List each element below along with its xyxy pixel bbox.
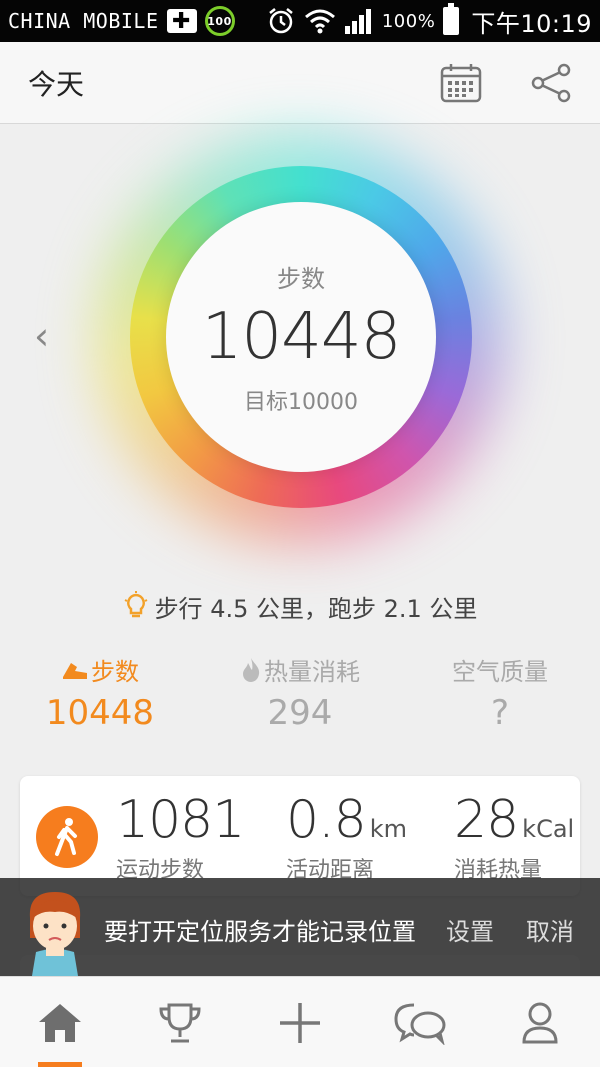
tab-steps-value: 10448 [45, 693, 155, 733]
nav-add[interactable] [240, 977, 360, 1067]
location-toast: 要打开定位服务才能记录位置 设置 取消 [0, 878, 600, 976]
activity-calories: 28 kCal 消耗热量 [454, 790, 574, 884]
tab-air-quality[interactable]: 空气质量 ? [410, 652, 590, 733]
trophy-icon [159, 1003, 201, 1042]
tab-air-label: 空气质量 [452, 658, 548, 686]
person-icon [522, 1002, 558, 1043]
activity-distance-unit: km [369, 815, 407, 843]
chat-icon [394, 1003, 446, 1045]
walking-person-icon [36, 806, 98, 868]
share-icon[interactable] [530, 62, 572, 104]
app-header: 今天 [0, 42, 600, 124]
activity-calories-value: 28 [454, 790, 519, 850]
activity-steps: 1081 运动步数 [116, 790, 245, 884]
plus-icon [280, 1002, 320, 1043]
carrier-name: CHINA MOBILE [8, 9, 159, 33]
nav-trophy[interactable] [120, 977, 240, 1067]
alarm-icon [269, 8, 293, 34]
flame-icon [243, 657, 260, 682]
tip-text: 步行 4.5 公里，跑步 2.1 公里 [154, 594, 478, 623]
tab-air-value: ? [490, 693, 510, 733]
medical-plus-icon: ✚ [166, 9, 197, 34]
step-goal: 目标10000 [244, 389, 358, 415]
activity-distance: 0.8 km 活动距离 [286, 790, 407, 884]
clock-time: 下午10:19 [471, 9, 592, 38]
header-actions [440, 62, 572, 104]
nav-active-indicator [38, 1062, 82, 1067]
calendar-icon[interactable] [440, 63, 482, 103]
tab-calories[interactable]: 热量消耗 294 [210, 652, 390, 733]
wifi-icon [304, 9, 335, 34]
activity-steps-value: 1081 [116, 790, 245, 850]
shoe-icon [63, 662, 87, 679]
signal-icon [344, 9, 371, 34]
tab-calories-label: 热量消耗 [264, 658, 360, 686]
stat-tabs: 步数 10448 热量消耗 294 空气质量 ? [0, 652, 600, 742]
lightbulb-icon [124, 591, 148, 618]
ring-center: 步数 10448 目标10000 [166, 202, 436, 472]
avatar [29, 892, 81, 976]
settings-button[interactable]: 设置 [446, 912, 494, 947]
toast-message: 要打开定位服务才能记录位置 [104, 918, 416, 946]
notification-badge: 100 [204, 6, 235, 36]
battery-percentage: 100% [381, 10, 436, 32]
battery-icon [443, 3, 460, 35]
steps-ring-area: 步数 10448 目标10000 ‹ [0, 124, 600, 584]
home-icon [39, 1003, 81, 1042]
cancel-button[interactable]: 取消 [526, 912, 574, 947]
bottom-nav [0, 976, 600, 1067]
activity-distance-value: 0.8 [286, 790, 367, 850]
ring-label: 步数 [277, 264, 325, 293]
status-bar: CHINA MOBILE ✚ 100 100% 下午10:19 [0, 0, 600, 42]
nav-profile[interactable] [480, 977, 600, 1067]
nav-home[interactable] [0, 977, 120, 1067]
status-right-group: 100% 下午10:19 [266, 3, 592, 39]
activity-calories-unit: kCal [522, 815, 575, 843]
tab-steps-label: 步数 [91, 658, 139, 686]
summary-tip: 步行 4.5 公里，跑步 2.1 公里 [0, 584, 600, 628]
previous-day-chevron-icon[interactable]: ‹ [34, 314, 49, 358]
tab-calories-value: 294 [267, 693, 333, 733]
tab-steps[interactable]: 步数 10448 [10, 652, 190, 733]
step-count: 10448 [201, 299, 402, 374]
page-title: 今天 [28, 67, 85, 101]
nav-chat[interactable] [360, 977, 480, 1067]
